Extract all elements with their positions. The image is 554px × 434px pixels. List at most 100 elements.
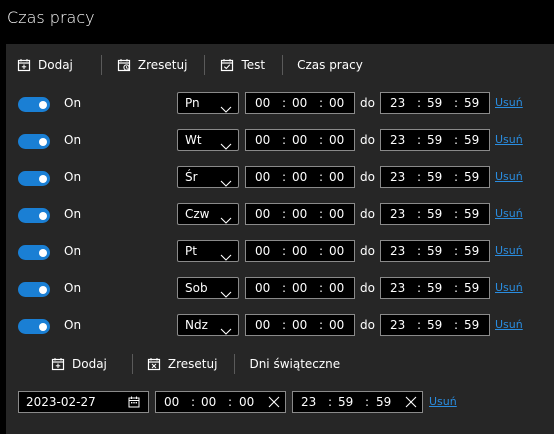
holidays-toolbar: Dodaj Zresetuj Dni świąteczne — [6, 344, 554, 384]
holiday-reset-button[interactable]: Zresetuj — [147, 357, 229, 371]
chevron-down-icon — [220, 136, 232, 155]
remove-link[interactable]: Usuń — [495, 281, 523, 294]
holiday-reset-label: Zresetuj — [167, 357, 218, 371]
time-seconds: 00 — [329, 207, 345, 221]
day-row: On Sob 00:00:00 do 23:59:59 Usuń — [6, 275, 554, 303]
day-toggle[interactable] — [18, 134, 50, 149]
time-from[interactable]: 00:00:00 — [245, 203, 355, 225]
time-seconds: 59 — [464, 318, 480, 332]
time-to[interactable]: 23:59:59 — [380, 314, 490, 336]
time-hours: 23 — [390, 318, 406, 332]
day-select[interactable]: Śr — [177, 166, 239, 188]
time-colon: : — [417, 318, 422, 332]
remove-link[interactable]: Usuń — [495, 96, 523, 109]
calendar-add-icon — [17, 58, 31, 72]
calendar-icon[interactable] — [128, 396, 140, 411]
day-select[interactable]: Pn — [177, 92, 239, 114]
holidays-heading: Dni świąteczne — [249, 357, 341, 371]
time-to[interactable]: 23:59:59 — [380, 203, 490, 225]
time-hours: 23 — [390, 207, 406, 221]
time-seconds: 00 — [239, 395, 255, 409]
holiday-time-to[interactable]: 23 : 59 : 59 — [292, 391, 423, 413]
time-to[interactable]: 23:59:59 — [380, 240, 490, 262]
time-hours: 23 — [390, 244, 406, 258]
day-row: On Ndz 00:00:00 do 23:59:59 Usuń — [6, 312, 554, 340]
time-hours: 23 — [390, 170, 406, 184]
day-toggle[interactable] — [18, 282, 50, 297]
day-select[interactable]: Czw — [177, 203, 239, 225]
time-to[interactable]: 23:59:59 — [380, 277, 490, 299]
holiday-date-value: 2023-02-27 — [26, 395, 96, 409]
day-row: On Śr 00:00:00 do 23:59:59 Usuń — [6, 164, 554, 192]
chevron-down-icon — [220, 247, 232, 266]
toggle-knob — [39, 248, 47, 257]
time-from[interactable]: 00:00:00 — [245, 166, 355, 188]
time-colon: : — [282, 96, 287, 110]
toolbar-separator — [131, 354, 133, 374]
time-from[interactable]: 00:00:00 — [245, 277, 355, 299]
time-hours: 00 — [255, 244, 271, 258]
time-from[interactable]: 00:00:00 — [245, 92, 355, 114]
time-minutes: 59 — [427, 96, 443, 110]
day-toggle[interactable] — [18, 97, 50, 112]
clear-icon[interactable] — [268, 396, 280, 411]
time-seconds: 59 — [464, 170, 480, 184]
time-colon: : — [454, 133, 459, 147]
time-from[interactable]: 00:00:00 — [245, 129, 355, 151]
time-colon: : — [417, 281, 422, 295]
day-toggle[interactable] — [18, 171, 50, 186]
time-colon: : — [454, 96, 459, 110]
time-colon: : — [417, 170, 422, 184]
test-button[interactable]: Test — [220, 58, 276, 72]
reset-button[interactable]: Zresetuj — [106, 58, 199, 72]
day-select[interactable]: Pt — [177, 240, 239, 262]
toolbar-separator — [204, 55, 206, 75]
working-hours-panel: Dodaj Zresetuj Test Czas pracy On Pn 00:00… — [6, 44, 554, 434]
day-toggle[interactable] — [18, 319, 50, 334]
day-select[interactable]: Sob — [177, 277, 239, 299]
time-from[interactable]: 00:00:00 — [245, 240, 355, 262]
day-select[interactable]: Ndz — [177, 314, 239, 336]
time-from[interactable]: 00:00:00 — [245, 314, 355, 336]
remove-link[interactable]: Usuń — [495, 133, 523, 146]
remove-link[interactable]: Usuń — [495, 207, 523, 220]
time-minutes: 59 — [427, 318, 443, 332]
time-colon: : — [417, 133, 422, 147]
time-minutes: 59 — [427, 281, 443, 295]
time-seconds: 59 — [464, 133, 480, 147]
chevron-down-icon — [220, 284, 232, 303]
time-hours: 00 — [255, 133, 271, 147]
time-to[interactable]: 23:59:59 — [380, 92, 490, 114]
time-colon: : — [319, 318, 324, 332]
holiday-add-button[interactable]: Dodaj — [37, 357, 118, 371]
range-separator: do — [360, 207, 375, 221]
clear-icon[interactable] — [405, 396, 417, 411]
time-minutes: 00 — [292, 244, 308, 258]
remove-link[interactable]: Usuń — [495, 170, 523, 183]
holiday-date-picker[interactable]: 2023-02-27 — [18, 391, 149, 413]
holiday-time-from[interactable]: 00 : 00 : 00 — [155, 391, 286, 413]
time-colon: : — [319, 207, 324, 221]
time-colon: : — [417, 207, 422, 221]
time-colon: : — [282, 281, 287, 295]
time-to[interactable]: 23:59:59 — [380, 129, 490, 151]
day-row: On Pt 00:00:00 do 23:59:59 Usuń — [6, 238, 554, 266]
reset-button-label: Zresetuj — [137, 58, 188, 72]
day-select[interactable]: Wt — [177, 129, 239, 151]
time-hours: 23 — [390, 281, 406, 295]
range-separator: do — [360, 170, 375, 184]
time-to[interactable]: 23:59:59 — [380, 166, 490, 188]
toggle-knob — [39, 174, 47, 183]
range-separator: do — [360, 318, 375, 332]
calendar-reset-icon — [117, 58, 131, 72]
remove-link[interactable]: Usuń — [495, 244, 523, 257]
holiday-remove-link[interactable]: Usuń — [429, 395, 457, 408]
time-seconds: 59 — [464, 281, 480, 295]
day-toggle[interactable] — [18, 245, 50, 260]
toolbar-separator — [100, 55, 102, 75]
add-button[interactable]: Dodaj — [6, 58, 84, 72]
day-toggle[interactable] — [18, 208, 50, 223]
chevron-down-icon — [220, 99, 232, 118]
remove-link[interactable]: Usuń — [495, 318, 523, 331]
chevron-down-icon — [220, 210, 232, 229]
